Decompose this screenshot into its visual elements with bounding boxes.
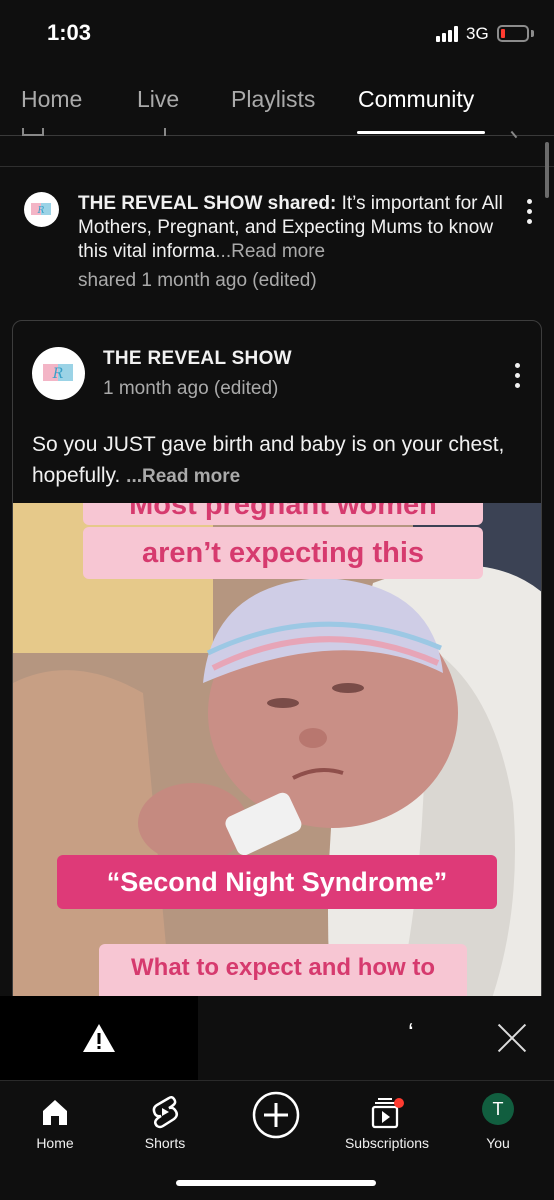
image-caption-bottom: What to expect and how to bbox=[99, 944, 467, 1004]
image-caption-middle: “Second Night Syndrome” bbox=[57, 855, 497, 909]
image-caption-top: aren’t expecting this bbox=[83, 527, 483, 579]
nav-label-you: You bbox=[486, 1135, 510, 1151]
nav-label-subscriptions: Subscriptions bbox=[344, 1135, 430, 1151]
clipped-icon-fragment bbox=[22, 128, 44, 136]
divider bbox=[0, 166, 554, 167]
channel-tabs: Home Live Playlists Community bbox=[0, 70, 554, 136]
post-timestamp: 1 month ago (edited) bbox=[103, 378, 279, 399]
nav-subscriptions[interactable]: Subscriptions bbox=[332, 1089, 442, 1151]
home-indicator bbox=[176, 1180, 376, 1186]
post-image[interactable]: Most pregnant women aren’t expecting thi… bbox=[13, 503, 541, 1019]
post-body: So you JUST gave birth and baby is on yo… bbox=[32, 433, 505, 487]
ad-mark: ʻ bbox=[408, 1018, 414, 1048]
clipped-text-fragment bbox=[160, 128, 166, 136]
nav-create[interactable] bbox=[221, 1089, 331, 1139]
read-more-link[interactable]: ...Read more bbox=[215, 241, 325, 262]
create-icon bbox=[252, 1091, 300, 1139]
more-options-icon[interactable] bbox=[527, 199, 533, 225]
tab-playlists[interactable]: Playlists bbox=[231, 86, 315, 113]
more-options-icon[interactable] bbox=[515, 363, 521, 389]
ad-banner: ʻ bbox=[0, 996, 554, 1080]
svg-text:R: R bbox=[37, 206, 45, 216]
network-type: 3G bbox=[466, 24, 489, 43]
channel-avatar[interactable]: R bbox=[32, 347, 85, 400]
image-caption-top-partial: Most pregnant women bbox=[83, 503, 483, 525]
battery-icon bbox=[497, 25, 529, 42]
avatar: T bbox=[482, 1093, 514, 1125]
nav-you[interactable]: T You bbox=[443, 1089, 553, 1151]
post-text: So you JUST gave birth and baby is on yo… bbox=[32, 429, 522, 492]
shared-post-text: THE REVEAL SHOW shared: It’s important f… bbox=[78, 192, 508, 264]
nav-home[interactable]: Home bbox=[0, 1089, 110, 1151]
battery-tip bbox=[531, 30, 534, 37]
channel-avatar[interactable]: R bbox=[24, 192, 59, 227]
nav-label-shorts: Shorts bbox=[144, 1135, 186, 1151]
svg-text:R: R bbox=[52, 366, 64, 382]
active-tab-indicator bbox=[357, 131, 485, 134]
subscriptions-icon bbox=[371, 1098, 404, 1129]
shared-post[interactable]: R THE REVEAL SHOW shared: It’s important… bbox=[0, 180, 554, 310]
status-time: 1:03 bbox=[47, 20, 92, 45]
status-bar: 1:03 3G bbox=[0, 0, 554, 68]
nav-label-home: Home bbox=[36, 1135, 74, 1151]
warning-icon bbox=[83, 1024, 115, 1052]
signal-icon bbox=[436, 26, 460, 42]
shared-author[interactable]: THE REVEAL SHOW shared: bbox=[78, 193, 336, 214]
nav-shorts[interactable]: Shorts bbox=[110, 1089, 220, 1151]
shared-post-meta: shared 1 month ago (edited) bbox=[78, 270, 317, 291]
community-post-card: R THE REVEAL SHOW 1 month ago (edited) S… bbox=[12, 320, 542, 1020]
post-author[interactable]: THE REVEAL SHOW bbox=[103, 348, 292, 370]
tab-home[interactable]: Home bbox=[21, 86, 82, 113]
home-icon bbox=[43, 1100, 67, 1125]
read-more-link[interactable]: ...Read more bbox=[126, 466, 240, 487]
close-icon[interactable] bbox=[496, 1022, 528, 1054]
tab-community[interactable]: Community bbox=[358, 86, 474, 113]
newborn-photo bbox=[13, 503, 541, 1019]
tab-live[interactable]: Live bbox=[137, 86, 179, 113]
shorts-icon bbox=[152, 1095, 178, 1129]
